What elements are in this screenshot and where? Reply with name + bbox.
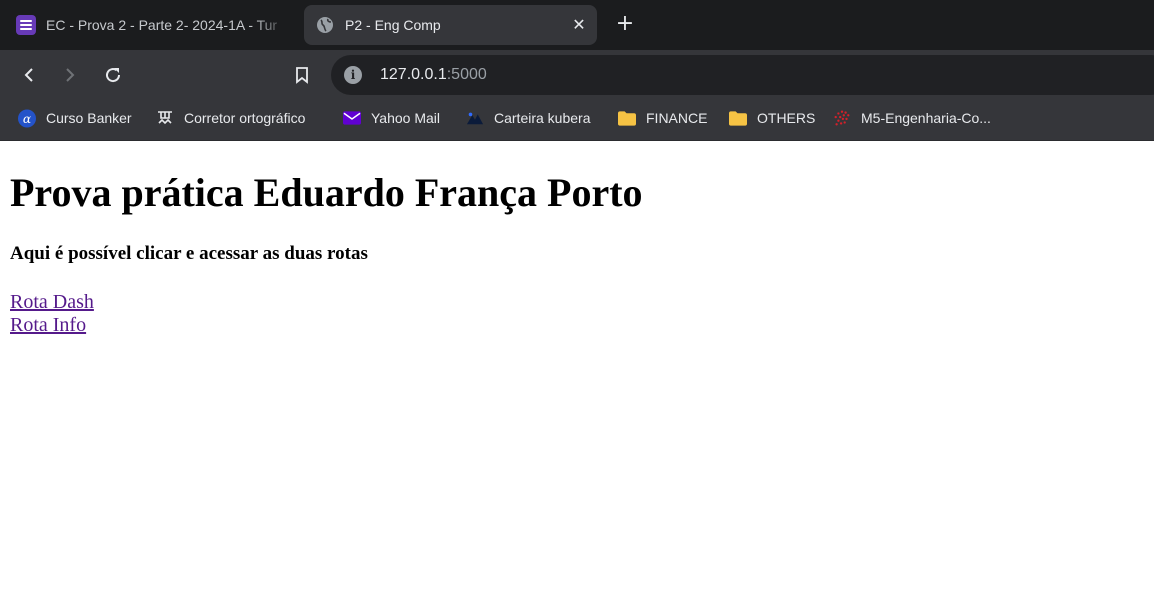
bookmarks-bar: α Curso Banker Corretor ortográfico Yaho… <box>0 100 1154 141</box>
bookmark-curso-banker[interactable]: α Curso Banker <box>18 107 132 129</box>
bookmark-icon <box>296 67 308 84</box>
browser-toolbar: i 127.0.0.1:5000 <box>0 50 1154 100</box>
page-subtitle: Aqui é possível clicar e acessar as duas… <box>10 243 368 264</box>
back-button[interactable] <box>15 62 43 88</box>
tab-forms[interactable]: EC - Prova 2 - Parte 2- 2024-1A - Tur <box>8 5 290 45</box>
reload-icon <box>106 68 121 83</box>
arrow-right-icon <box>66 68 75 82</box>
folder-icon <box>618 109 636 127</box>
bookmark-label: Carteira kubera <box>494 110 591 126</box>
svg-text:α: α <box>23 111 32 125</box>
bookmark-corretor[interactable]: Corretor ortográfico <box>156 107 305 129</box>
bookmark-label: FINANCE <box>646 110 708 126</box>
bookmark-yahoo-mail[interactable]: Yahoo Mail <box>343 107 440 129</box>
folder-icon <box>729 109 747 127</box>
reload-button[interactable] <box>99 62 127 88</box>
tab-p2-eng-comp[interactable]: P2 - Eng Comp ✕ <box>304 5 597 45</box>
kubera-icon <box>466 109 484 127</box>
bookmark-label: OTHERS <box>757 110 816 126</box>
arrow-left-icon <box>24 68 33 82</box>
bookmark-carteira-kubera[interactable]: Carteira kubera <box>466 107 591 129</box>
spellcheck-icon <box>156 109 174 127</box>
page-content: Prova prática Eduardo França Porto Aqui … <box>0 141 1154 607</box>
alpha-logo-icon: α <box>18 109 36 127</box>
address-url: 127.0.0.1:5000 <box>380 66 487 83</box>
tab-title: EC - Prova 2 - Parte 2- 2024-1A - Tur <box>46 17 278 33</box>
bookmark-folder-others[interactable]: OTHERS <box>729 107 815 129</box>
bookmark-folder-finance[interactable]: FINANCE <box>618 107 707 129</box>
forward-button[interactable] <box>56 62 84 88</box>
bookmark-page-button[interactable] <box>288 62 316 88</box>
page-title: Prova prática Eduardo França Porto <box>10 170 643 215</box>
address-bar[interactable]: i 127.0.0.1:5000 <box>331 55 1154 95</box>
link-rota-dash[interactable]: Rota Dash <box>10 291 94 314</box>
link-rota-info[interactable]: Rota Info <box>10 314 86 337</box>
mail-envelope-icon <box>343 109 361 127</box>
bookmark-label: Yahoo Mail <box>371 110 441 126</box>
tab-title: P2 - Eng Comp <box>345 17 441 33</box>
tab-strip: EC - Prova 2 - Parte 2- 2024-1A - Tur P2… <box>0 0 1154 50</box>
close-tab-icon[interactable]: ✕ <box>569 15 589 35</box>
google-forms-list-icon <box>16 15 36 35</box>
globe-icon <box>317 17 333 33</box>
new-tab-button[interactable]: + <box>612 13 638 37</box>
bookmark-label: M5-Engenharia-Co... <box>861 110 991 126</box>
bookmark-label: Corretor ortográfico <box>184 110 306 126</box>
bookmark-label: Curso Banker <box>46 110 132 126</box>
dotted-logo-icon <box>833 109 851 127</box>
bookmark-m5-engenharia[interactable]: M5-Engenharia-Co... <box>833 107 991 129</box>
site-info-icon[interactable]: i <box>344 66 362 84</box>
